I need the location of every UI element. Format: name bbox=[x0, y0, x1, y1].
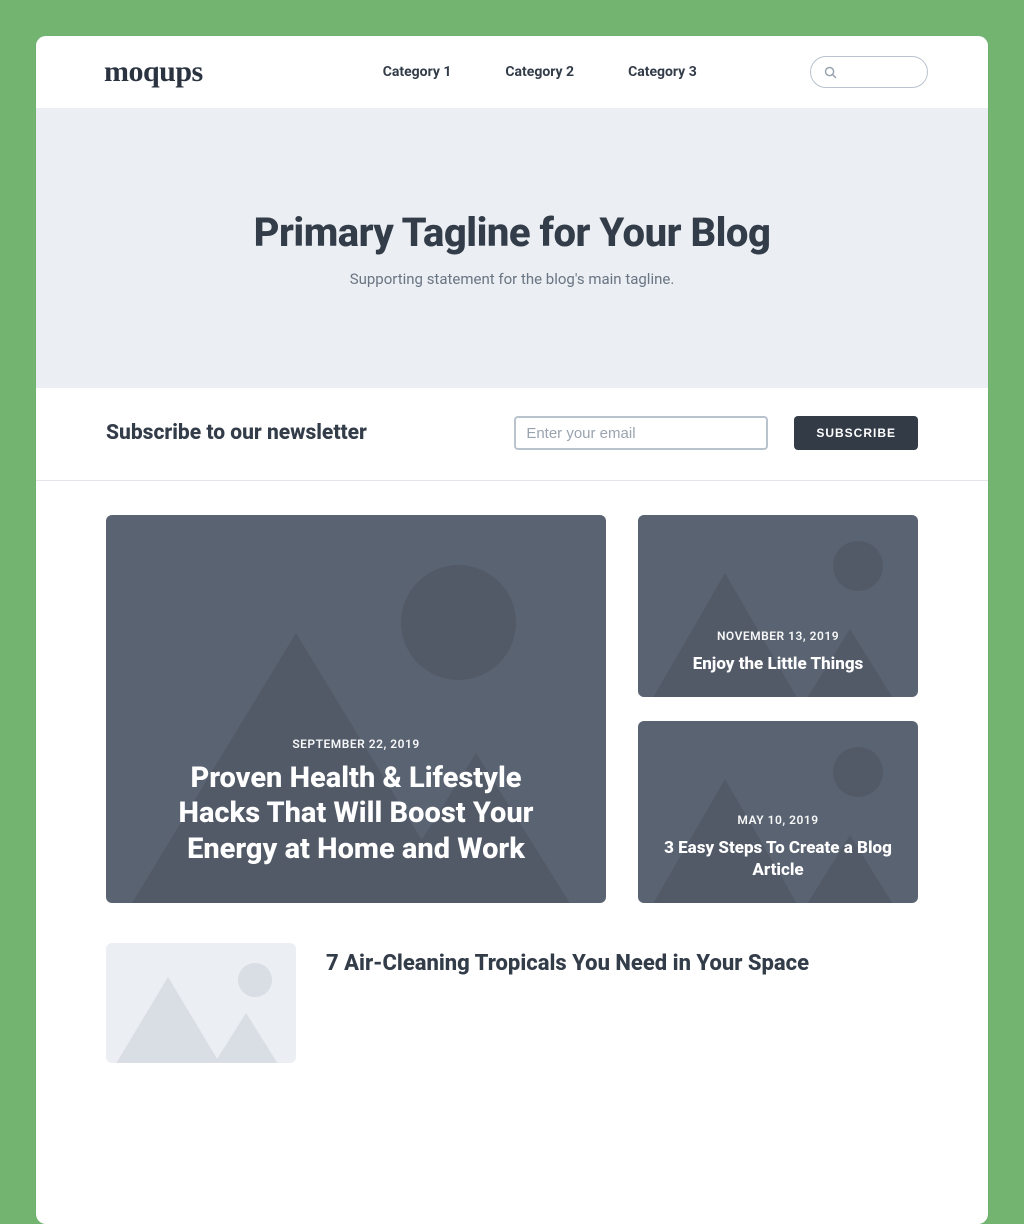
list-post-row[interactable]: 7 Air-Cleaning Tropicals You Need in You… bbox=[106, 943, 918, 1063]
side-post-card[interactable]: MAY 10, 2019 3 Easy Steps To Create a Bl… bbox=[638, 721, 918, 903]
hero-section: Primary Tagline for Your Blog Supporting… bbox=[36, 108, 988, 388]
page-frame: moqups Category 1 Category 2 Category 3 … bbox=[36, 36, 988, 1224]
nav-item-category-1[interactable]: Category 1 bbox=[383, 64, 452, 80]
search-icon bbox=[823, 65, 838, 80]
logo[interactable]: moqups bbox=[104, 55, 203, 89]
post-date: SEPTEMBER 22, 2019 bbox=[150, 737, 562, 751]
site-header: moqups Category 1 Category 2 Category 3 bbox=[36, 36, 988, 108]
search-container bbox=[810, 56, 928, 88]
post-title: 7 Air-Cleaning Tropicals You Need in You… bbox=[326, 943, 809, 976]
featured-post-card[interactable]: SEPTEMBER 22, 2019 Proven Health & Lifes… bbox=[106, 515, 606, 903]
nav-item-category-2[interactable]: Category 2 bbox=[505, 64, 574, 80]
primary-nav: Category 1 Category 2 Category 3 bbox=[383, 64, 697, 80]
post-date: NOVEMBER 13, 2019 bbox=[693, 629, 864, 643]
nav-item-category-3[interactable]: Category 3 bbox=[628, 64, 697, 80]
post-date: MAY 10, 2019 bbox=[656, 813, 900, 827]
post-title: 3 Easy Steps To Create a Blog Article bbox=[656, 837, 900, 881]
hero-subtitle: Supporting statement for the blog's main… bbox=[350, 270, 675, 288]
side-post-card[interactable]: NOVEMBER 13, 2019 Enjoy the Little Thing… bbox=[638, 515, 918, 697]
email-field[interactable] bbox=[514, 416, 768, 450]
subscribe-button[interactable]: SUBSCRIBE bbox=[794, 416, 918, 450]
image-placeholder-icon bbox=[106, 943, 296, 1063]
subscribe-heading: Subscribe to our newsletter bbox=[106, 421, 367, 445]
post-title: Proven Health & Lifestyle Hacks That Wil… bbox=[150, 761, 562, 867]
subscribe-bar: Subscribe to our newsletter SUBSCRIBE bbox=[36, 388, 988, 481]
posts-grid: SEPTEMBER 22, 2019 Proven Health & Lifes… bbox=[36, 481, 988, 1087]
search-input[interactable] bbox=[810, 56, 928, 88]
hero-title: Primary Tagline for Your Blog bbox=[254, 209, 771, 256]
post-title: Enjoy the Little Things bbox=[693, 653, 864, 675]
